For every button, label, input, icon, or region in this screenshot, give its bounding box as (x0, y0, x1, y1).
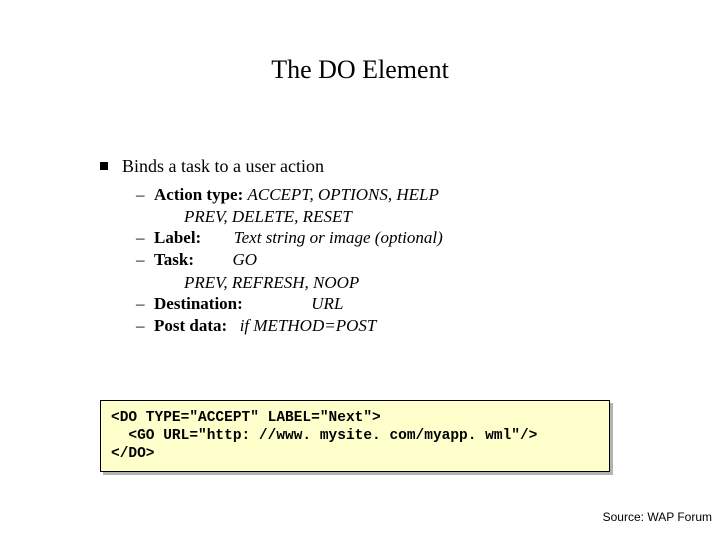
dash-icon: – (136, 184, 150, 205)
main-bullet-text: Binds a task to a user action (122, 155, 324, 178)
square-bullet-icon (100, 162, 108, 170)
dash-icon: – (136, 227, 150, 248)
dash-icon: – (136, 293, 150, 314)
sub-continuation: PREV, REFRESH, NOOP (184, 272, 660, 293)
source-credit: Source: WAP Forum (603, 510, 712, 524)
sub-label: Destination: (154, 294, 243, 313)
main-bullet-row: Binds a task to a user action (100, 155, 660, 178)
sub-bullet-list: – Action type: ACCEPT, OPTIONS, HELP PRE… (136, 184, 660, 337)
sub-item-destination: – Destination: URL (136, 293, 660, 314)
sub-item-post-data: – Post data: if METHOD=POST (136, 315, 660, 336)
sub-value: Text string or image (optional) (234, 228, 443, 247)
sub-item-task: – Task: GO (136, 249, 660, 270)
sub-item-label: – Label: Text string or image (optional) (136, 227, 660, 248)
sub-item-action-type: – Action type: ACCEPT, OPTIONS, HELP (136, 184, 660, 205)
sub-label: Label: (154, 228, 201, 247)
sub-label: Task: (154, 250, 194, 269)
code-example-box: <DO TYPE="ACCEPT" LABEL="Next"> <GO URL=… (100, 400, 610, 472)
dash-icon: – (136, 315, 150, 336)
sub-value: if METHOD=POST (240, 316, 377, 335)
sub-label: Action type: (154, 185, 243, 204)
sub-value: GO (233, 250, 258, 269)
sub-value: URL (311, 294, 343, 313)
sub-value: ACCEPT, OPTIONS, HELP (247, 185, 438, 204)
sub-continuation: PREV, DELETE, RESET (184, 206, 660, 227)
sub-label: Post data: (154, 316, 227, 335)
slide-body: Binds a task to a user action – Action t… (100, 155, 660, 337)
dash-icon: – (136, 249, 150, 270)
slide-title: The DO Element (0, 55, 720, 85)
